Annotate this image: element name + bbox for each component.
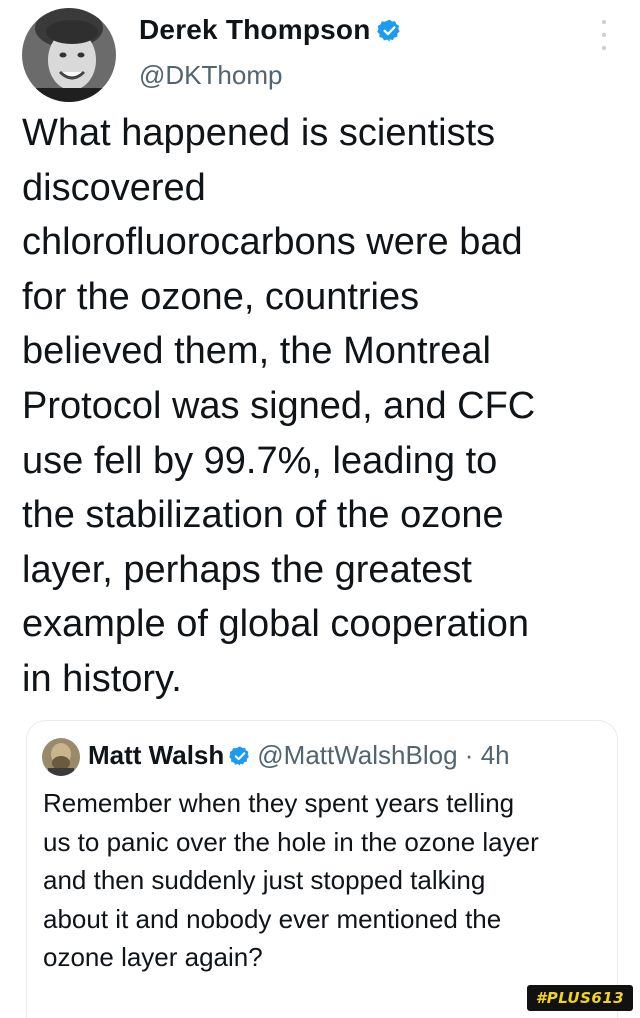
tweet-text: What happened is scientists discovered c… — [22, 106, 622, 707]
tweet-text-line: believed them, the Montreal — [22, 330, 491, 373]
quoted-text-line: about it and nobody ever mentioned the — [43, 903, 502, 934]
tweet-text-line: layer, perhaps the greatest — [22, 548, 472, 591]
author-handle[interactable]: @DKThomp — [139, 60, 282, 91]
tweet-text-line: in history. — [22, 657, 182, 700]
quoted-tweet-text: Remember when they spent years telling u… — [43, 784, 613, 977]
quoted-author-name[interactable]: Matt Walsh — [88, 740, 224, 770]
more-options-icon[interactable] — [596, 20, 612, 50]
tweet-text-line: What happened is scientists — [22, 112, 496, 154]
author-name[interactable]: Derek Thompson — [139, 14, 371, 45]
more-dot — [602, 33, 606, 37]
quoted-timestamp[interactable]: 4h — [481, 740, 510, 770]
quoted-tweet-header: Matt Walsh @MattWalshBlog · 4h — [88, 740, 510, 774]
quoted-author-avatar[interactable] — [42, 738, 80, 776]
author-photo — [22, 8, 116, 102]
tweet-text-line: use fell by 99.7%, leading to — [22, 439, 498, 482]
quoted-separator: · — [464, 740, 474, 770]
quoted-author-handle[interactable]: @MattWalshBlog — [257, 740, 457, 770]
quoted-author-photo — [42, 738, 80, 776]
site-watermark: #PLUS613 — [527, 985, 633, 1011]
author-avatar[interactable] — [22, 8, 116, 102]
tweet-text-line: example of global cooperation — [22, 603, 530, 646]
more-dot — [602, 46, 606, 50]
quoted-text-line: ozone layer again? — [43, 942, 263, 973]
tweet-text-line: for the ozone, countries — [22, 275, 420, 318]
tweet-text-line: chlorofluorocarbons were bad — [22, 221, 523, 264]
tweet-text-line: Protocol was signed, and CFC — [22, 384, 536, 427]
quoted-text-line: us to panic over the hole in the ozone l… — [43, 826, 539, 857]
verified-badge-icon — [376, 18, 402, 50]
author-name-row[interactable]: Derek Thompson — [139, 14, 402, 50]
tweet-text-line: discovered — [22, 166, 206, 209]
verified-badge-icon — [229, 743, 251, 774]
quoted-text-line: Remember when they spent years telling — [43, 788, 515, 818]
tweet-text-line: the stabilization of the ozone — [22, 494, 504, 537]
quoted-text-line: and then suddenly just stopped talking — [43, 865, 486, 896]
more-dot — [602, 20, 606, 24]
